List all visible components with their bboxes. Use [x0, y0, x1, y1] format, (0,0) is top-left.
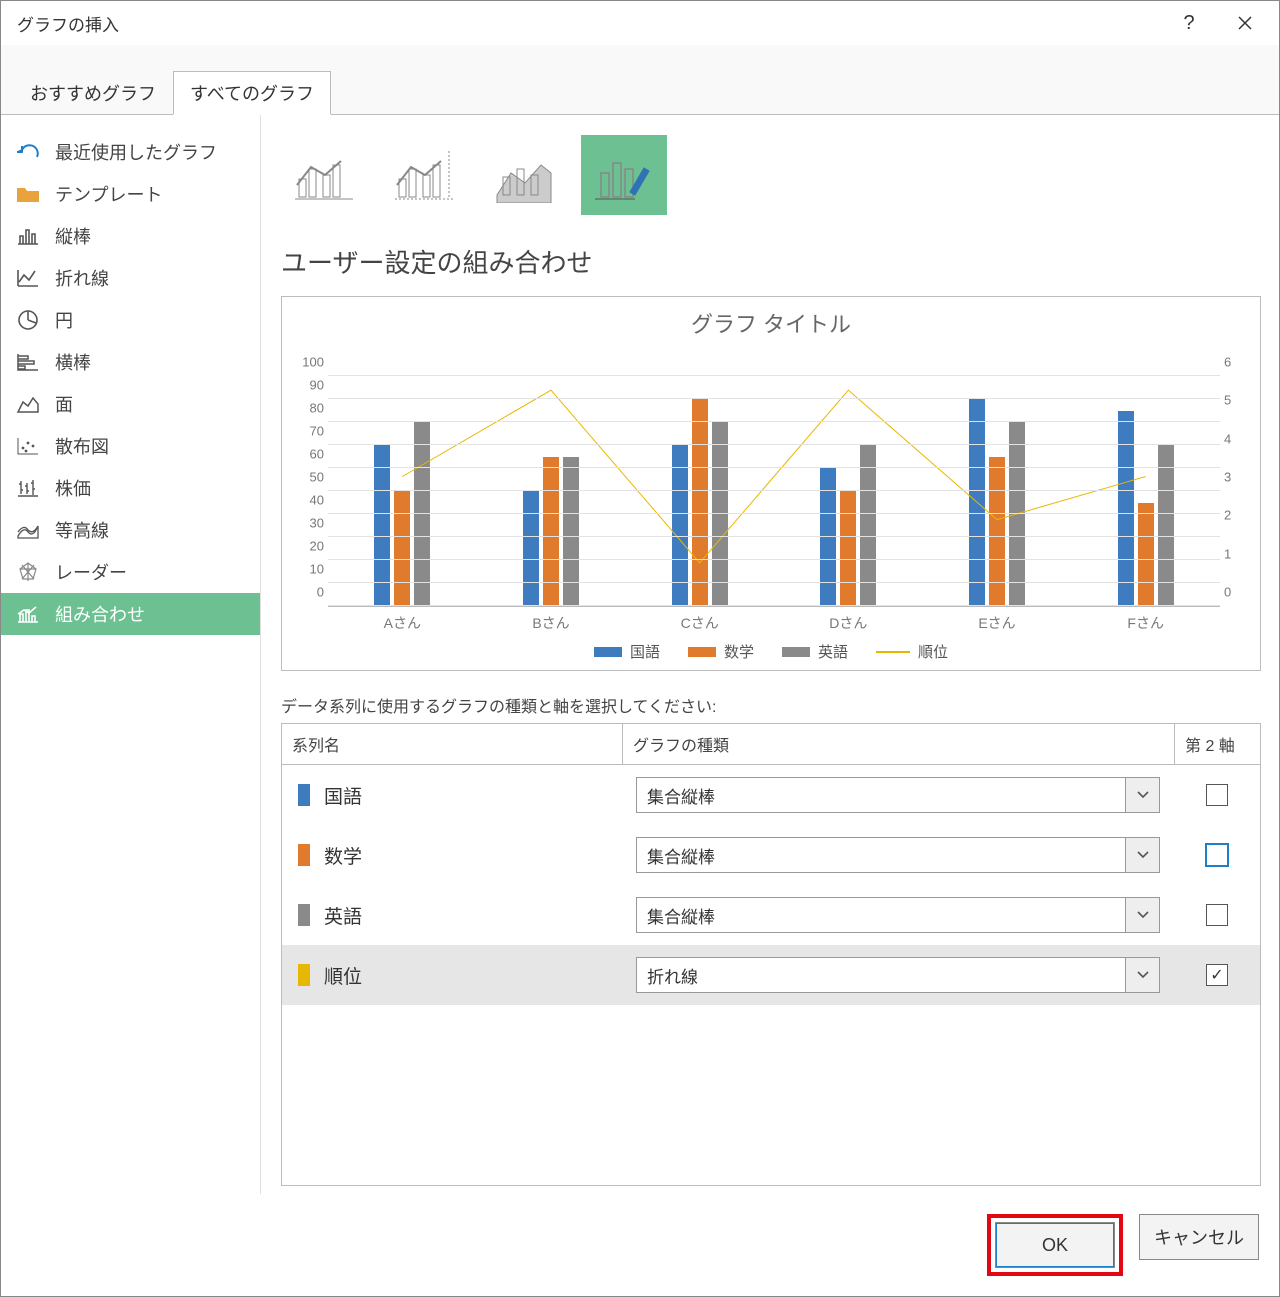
chart-type-dropdown[interactable]: 集合縦棒: [636, 897, 1160, 933]
subtype-combo-custom[interactable]: [581, 135, 667, 215]
sidebar-item-label: 縦棒: [55, 223, 91, 249]
dialog-footer: OK キャンセル: [1, 1194, 1279, 1296]
pie-chart-icon: [15, 309, 41, 331]
sidebar-item-pie[interactable]: 円: [1, 299, 260, 341]
area-chart-icon: [15, 393, 41, 415]
sidebar-item-templates[interactable]: テンプレート: [1, 173, 260, 215]
chart-title: グラフ タイトル: [294, 307, 1248, 339]
series-name-label: 国語: [324, 782, 362, 809]
cancel-button[interactable]: キャンセル: [1139, 1214, 1259, 1260]
chart-legend: 国語数学英語順位: [294, 641, 1248, 662]
titlebar: グラフの挿入 ?: [1, 1, 1279, 45]
close-button[interactable]: [1217, 3, 1273, 43]
series-row[interactable]: 国語 集合縦棒: [282, 765, 1260, 825]
series-row[interactable]: 順位 折れ線 ✓: [282, 945, 1260, 1005]
bar-chart-icon: [15, 351, 41, 373]
undo-icon: [15, 141, 41, 163]
scatter-chart-icon: [15, 435, 41, 457]
sidebar-item-combo[interactable]: 組み合わせ: [1, 593, 260, 635]
column-chart-icon: [15, 225, 41, 247]
chart-preview: グラフ タイトル 0102030405060708090100 0123456 …: [281, 296, 1261, 671]
sidebar-item-label: 最近使用したグラフ: [55, 139, 217, 165]
sidebar-item-scatter[interactable]: 散布図: [1, 425, 260, 467]
x-axis-labels: AさんBさんCさんDさんEさんFさん: [328, 607, 1220, 633]
sidebar-item-bar[interactable]: 横棒: [1, 341, 260, 383]
window-title: グラフの挿入: [17, 11, 1161, 36]
tab-recommended[interactable]: おすすめグラフ: [13, 71, 173, 115]
sidebar-item-label: 円: [55, 307, 73, 333]
secondary-axis-checkbox[interactable]: [1206, 844, 1228, 866]
sidebar-item-label: テンプレート: [55, 181, 162, 207]
plot-area: [328, 347, 1220, 607]
radar-chart-icon: [15, 561, 41, 583]
chart-type-sidebar: 最近使用したグラフ テンプレート 縦棒 折れ線 円 横棒: [1, 115, 261, 1194]
series-name-label: 英語: [324, 902, 362, 929]
line-chart-icon: [15, 267, 41, 289]
sidebar-item-column[interactable]: 縦棒: [1, 215, 260, 257]
col-chart-type: グラフの種類: [622, 724, 1174, 764]
subtype-combo-2[interactable]: [381, 135, 467, 215]
tab-bar: おすすめグラフ すべてのグラフ: [1, 45, 1279, 115]
series-name-label: 数学: [324, 842, 362, 869]
subtype-row: [281, 135, 1261, 215]
close-icon: [1237, 15, 1253, 31]
surface-chart-icon: [15, 519, 41, 541]
col-series-name: 系列名: [282, 724, 622, 764]
y-axis-primary: 0102030405060708090100: [294, 347, 328, 607]
tab-all-charts[interactable]: すべてのグラフ: [173, 71, 331, 115]
sidebar-item-line[interactable]: 折れ線: [1, 257, 260, 299]
stock-chart-icon: [15, 477, 41, 499]
chevron-down-icon: [1125, 838, 1159, 872]
chart-type-dropdown[interactable]: 集合縦棒: [636, 777, 1160, 813]
series-instruction: データ系列に使用するグラフの種類と軸を選択してください:: [281, 693, 1261, 717]
sidebar-item-label: レーダー: [55, 559, 127, 585]
chevron-down-icon: [1125, 958, 1159, 992]
secondary-axis-checkbox[interactable]: [1206, 784, 1228, 806]
combo-heading: ユーザー設定の組み合わせ: [281, 243, 1261, 280]
chart-type-dropdown[interactable]: 集合縦棒: [636, 837, 1160, 873]
series-row[interactable]: 数学 集合縦棒: [282, 825, 1260, 885]
main-pane: ユーザー設定の組み合わせ グラフ タイトル 010203040506070809…: [261, 115, 1279, 1194]
ok-highlight: OK: [987, 1214, 1123, 1276]
subtype-combo-1[interactable]: [281, 135, 367, 215]
sidebar-item-label: 等高線: [55, 517, 109, 543]
sidebar-item-radar[interactable]: レーダー: [1, 551, 260, 593]
ok-button[interactable]: OK: [995, 1222, 1115, 1268]
chart-type-dropdown[interactable]: 折れ線: [636, 957, 1160, 993]
sidebar-item-surface[interactable]: 等高線: [1, 509, 260, 551]
sidebar-item-label: 横棒: [55, 349, 91, 375]
col-axis2: 第 2 軸: [1174, 724, 1260, 764]
series-name-label: 順位: [324, 962, 362, 989]
y-axis-secondary: 0123456: [1220, 347, 1248, 607]
sidebar-item-label: 折れ線: [55, 265, 109, 291]
subtype-combo-3[interactable]: [481, 135, 567, 215]
chevron-down-icon: [1125, 778, 1159, 812]
series-row[interactable]: 英語 集合縦棒: [282, 885, 1260, 945]
secondary-axis-checkbox[interactable]: ✓: [1206, 964, 1228, 986]
sidebar-item-label: 組み合わせ: [55, 601, 145, 627]
folder-icon: [15, 183, 41, 205]
insert-chart-dialog: グラフの挿入 ? おすすめグラフ すべてのグラフ 最近使用したグラフ テンプレー…: [0, 0, 1280, 1297]
series-table: 系列名 グラフの種類 第 2 軸 国語集合縦棒数学集合縦棒英語集合縦棒順位折れ線…: [281, 723, 1261, 1186]
sidebar-item-area[interactable]: 面: [1, 383, 260, 425]
help-button[interactable]: ?: [1161, 3, 1217, 43]
sidebar-item-recent[interactable]: 最近使用したグラフ: [1, 131, 260, 173]
combo-chart-icon: [15, 603, 41, 625]
sidebar-item-label: 株価: [55, 475, 91, 501]
sidebar-item-label: 面: [55, 391, 73, 417]
sidebar-item-stock[interactable]: 株価: [1, 467, 260, 509]
secondary-axis-checkbox[interactable]: [1206, 904, 1228, 926]
chevron-down-icon: [1125, 898, 1159, 932]
sidebar-item-label: 散布図: [55, 433, 109, 459]
